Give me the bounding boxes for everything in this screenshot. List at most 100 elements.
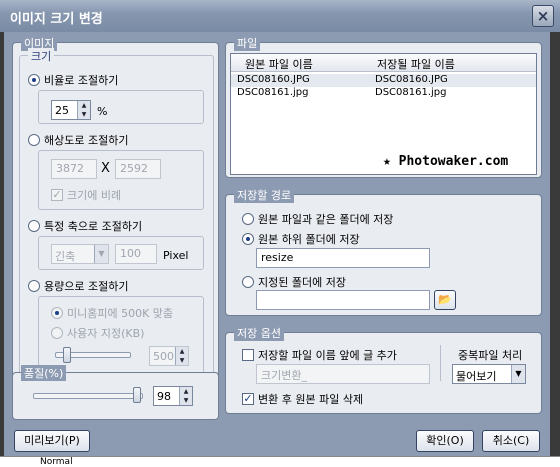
chevron-down-icon: ▼ xyxy=(511,365,525,383)
prefix-checkbox[interactable]: 저장할 파일 이름 앞에 글 추가 xyxy=(242,347,397,363)
save-options-group: 저장 옵션 저장할 파일 이름 앞에 글 추가 크기변환_ 중복파일 처리 물어… xyxy=(225,325,542,414)
minihome-radio-dot xyxy=(51,307,63,319)
same-folder-radio[interactable]: 원본 파일과 같은 폴더에 저장 xyxy=(242,211,393,227)
quality-group: 품질(%) 98 ▲ ▼ xyxy=(12,365,219,420)
same-folder-radio-dot xyxy=(242,213,254,225)
quality-slider[interactable] xyxy=(33,393,143,399)
divider xyxy=(440,345,441,381)
sub-folder-radio-dot xyxy=(242,233,254,245)
size-group: 크기 비율로 조절하기 25 ▲ ▼ % 해상도로 조절하기 3872 X 25… xyxy=(19,48,214,380)
duplicate-label: 중복파일 처리 xyxy=(458,349,523,362)
size-group-title: 크기 xyxy=(28,48,55,64)
custom-kb-label: 사용자 지정(KB) xyxy=(67,327,145,340)
dialog-body: 이미지 크기 비율로 조절하기 25 ▲ ▼ % 해상도로 조절하기 3872 … xyxy=(4,32,550,456)
specified-folder-radio[interactable]: 지정된 폴더에 저장 xyxy=(242,274,346,290)
axis-radio-label: 특정 축으로 조절하기 xyxy=(44,220,143,233)
delete-original-checkbox[interactable]: ✓ 변환 후 원본 파일 삭제 xyxy=(242,391,363,407)
ratio-unit: % xyxy=(97,105,108,118)
quality-slider-thumb[interactable] xyxy=(132,387,141,403)
file-row[interactable]: DSC08161.jpg DSC08161.jpg xyxy=(231,87,536,100)
ratio-percent-stepper[interactable]: 25 ▲ ▼ xyxy=(51,100,91,120)
spin-arrows-icon[interactable]: ▲ ▼ xyxy=(77,101,90,119)
prefix-check-icon xyxy=(242,349,254,361)
file-saved: DSC08160.JPG xyxy=(375,74,448,85)
quality-group-title: 품질(%) xyxy=(21,365,67,381)
keep-ratio-checkbox[interactable]: ✓ 크기에 비례 xyxy=(51,187,121,203)
axis-radio[interactable]: 특정 축으로 조절하기 xyxy=(28,218,142,234)
keep-ratio-label: 크기에 비례 xyxy=(67,189,122,202)
custom-kb-slider-thumb[interactable] xyxy=(63,347,71,363)
preview-button[interactable]: 미리보기(P) xyxy=(14,430,90,452)
photowaker-watermark: ★ Photowaker.com xyxy=(383,154,509,169)
resolution-width-input[interactable]: 3872 xyxy=(51,159,97,179)
specified-folder-input[interactable] xyxy=(256,290,430,310)
sub-folder-label: 원본 하위 폴더에 저장 xyxy=(258,233,360,246)
delete-original-check-icon: ✓ xyxy=(242,392,254,405)
axis-select[interactable]: 긴축 ▼ xyxy=(51,244,109,264)
cancel-button[interactable]: 취소(C) xyxy=(482,430,540,452)
custom-kb-radio[interactable]: 사용자 지정(KB) xyxy=(51,325,144,341)
prefix-label: 저장할 파일 이름 앞에 글 추가 xyxy=(258,349,397,362)
sub-folder-input[interactable]: resize xyxy=(256,248,430,268)
minihome-label: 미니홈피에 500K 맞춤 xyxy=(67,307,174,320)
save-options-group-title: 저장 옵션 xyxy=(234,325,284,341)
ratio-radio[interactable]: 비율로 조절하기 xyxy=(28,72,118,88)
specified-folder-radio-dot xyxy=(242,276,254,288)
resolution-panel: 3872 X 2592 ✓ 크기에 비례 xyxy=(38,150,204,210)
resize-dialog: 이미지 크기 변경 × 이미지 크기 비율로 조절하기 25 ▲ ▼ % 해상도… xyxy=(0,0,560,467)
capacity-radio-dot xyxy=(28,280,40,292)
ok-button[interactable]: 확인(O) xyxy=(416,430,474,452)
axis-panel: 긴축 ▼ 100 Pixel xyxy=(38,236,204,270)
duplicate-select[interactable]: 물어보기 ▼ xyxy=(452,364,526,384)
quality-stepper[interactable]: 98 ▲ ▼ xyxy=(153,386,193,406)
axis-pixel-unit: Pixel xyxy=(163,249,189,262)
resolution-radio-label: 해상도로 조절하기 xyxy=(44,134,129,147)
chevron-down-icon: ▼ xyxy=(94,245,108,263)
sub-folder-radio[interactable]: 원본 하위 폴더에 저장 xyxy=(242,231,360,247)
ratio-radio-label: 비율로 조절하기 xyxy=(44,74,119,87)
resolution-times-sign: X xyxy=(101,161,110,176)
duplicate-select-value: 물어보기 xyxy=(456,370,497,383)
close-button[interactable]: × xyxy=(532,5,554,27)
file-group-title: 파일 xyxy=(234,35,261,51)
custom-kb-value: 500 xyxy=(153,350,174,363)
title-bar: 이미지 크기 변경 × xyxy=(0,0,560,32)
ratio-panel: 25 ▲ ▼ % xyxy=(38,90,204,124)
dialog-title: 이미지 크기 변경 xyxy=(10,12,103,27)
custom-kb-radio-dot xyxy=(51,327,63,339)
ratio-radio-dot xyxy=(28,74,40,86)
file-row[interactable]: DSC08160.JPG DSC08160.JPG xyxy=(231,74,536,87)
resolution-radio[interactable]: 해상도로 조절하기 xyxy=(28,132,128,148)
spin-arrows-icon[interactable]: ▲ ▼ xyxy=(175,347,188,365)
resolution-height-input[interactable]: 2592 xyxy=(115,159,161,179)
file-group: 파일 원본 파일 이름 저장될 파일 이름 DSC08160.JPG DSC08… xyxy=(225,35,542,178)
file-list-header: 원본 파일 이름 저장될 파일 이름 xyxy=(231,54,536,72)
file-list[interactable]: 원본 파일 이름 저장될 파일 이름 DSC08160.JPG DSC08160… xyxy=(230,53,537,175)
file-original: DSC08161.jpg xyxy=(237,87,309,98)
minihome-radio[interactable]: 미니홈피에 500K 맞춤 xyxy=(51,305,173,321)
background-normal-text: Normal xyxy=(40,457,73,467)
column-original-name[interactable]: 원본 파일 이름 xyxy=(245,56,313,72)
axis-radio-dot xyxy=(28,220,40,232)
same-folder-label: 원본 파일과 같은 폴더에 저장 xyxy=(258,213,394,226)
column-saved-name[interactable]: 저장될 파일 이름 xyxy=(377,56,455,72)
delete-original-label: 변환 후 원본 파일 삭제 xyxy=(258,393,364,406)
keep-ratio-check-icon: ✓ xyxy=(51,188,63,201)
axis-pixel-input[interactable]: 100 xyxy=(115,244,157,264)
prefix-input[interactable]: 크기변환_ xyxy=(256,364,430,384)
ratio-percent-value: 25 xyxy=(55,104,69,117)
custom-kb-stepper[interactable]: 500 ▲ ▼ xyxy=(149,346,189,366)
capacity-radio[interactable]: 용량으로 조절하기 xyxy=(28,278,128,294)
capacity-panel: 미니홈피에 500K 맞춤 사용자 지정(KB) 500 ▲ ▼ xyxy=(38,296,204,374)
folder-open-icon[interactable]: 📂 xyxy=(434,290,456,310)
save-path-group: 저장할 경로 원본 파일과 같은 폴더에 저장 원본 하위 폴더에 저장 res… xyxy=(225,187,542,316)
background-window-strip: Normal xyxy=(0,456,560,467)
capacity-radio-label: 용량으로 조절하기 xyxy=(44,280,129,293)
axis-select-value: 긴축 xyxy=(55,250,76,263)
file-saved: DSC08161.jpg xyxy=(375,87,447,98)
spin-arrows-icon[interactable]: ▲ ▼ xyxy=(179,387,192,405)
quality-value: 98 xyxy=(157,390,171,403)
file-original: DSC08160.JPG xyxy=(237,74,310,85)
resolution-radio-dot xyxy=(28,134,40,146)
image-group: 이미지 크기 비율로 조절하기 25 ▲ ▼ % 해상도로 조절하기 3872 … xyxy=(12,35,219,388)
